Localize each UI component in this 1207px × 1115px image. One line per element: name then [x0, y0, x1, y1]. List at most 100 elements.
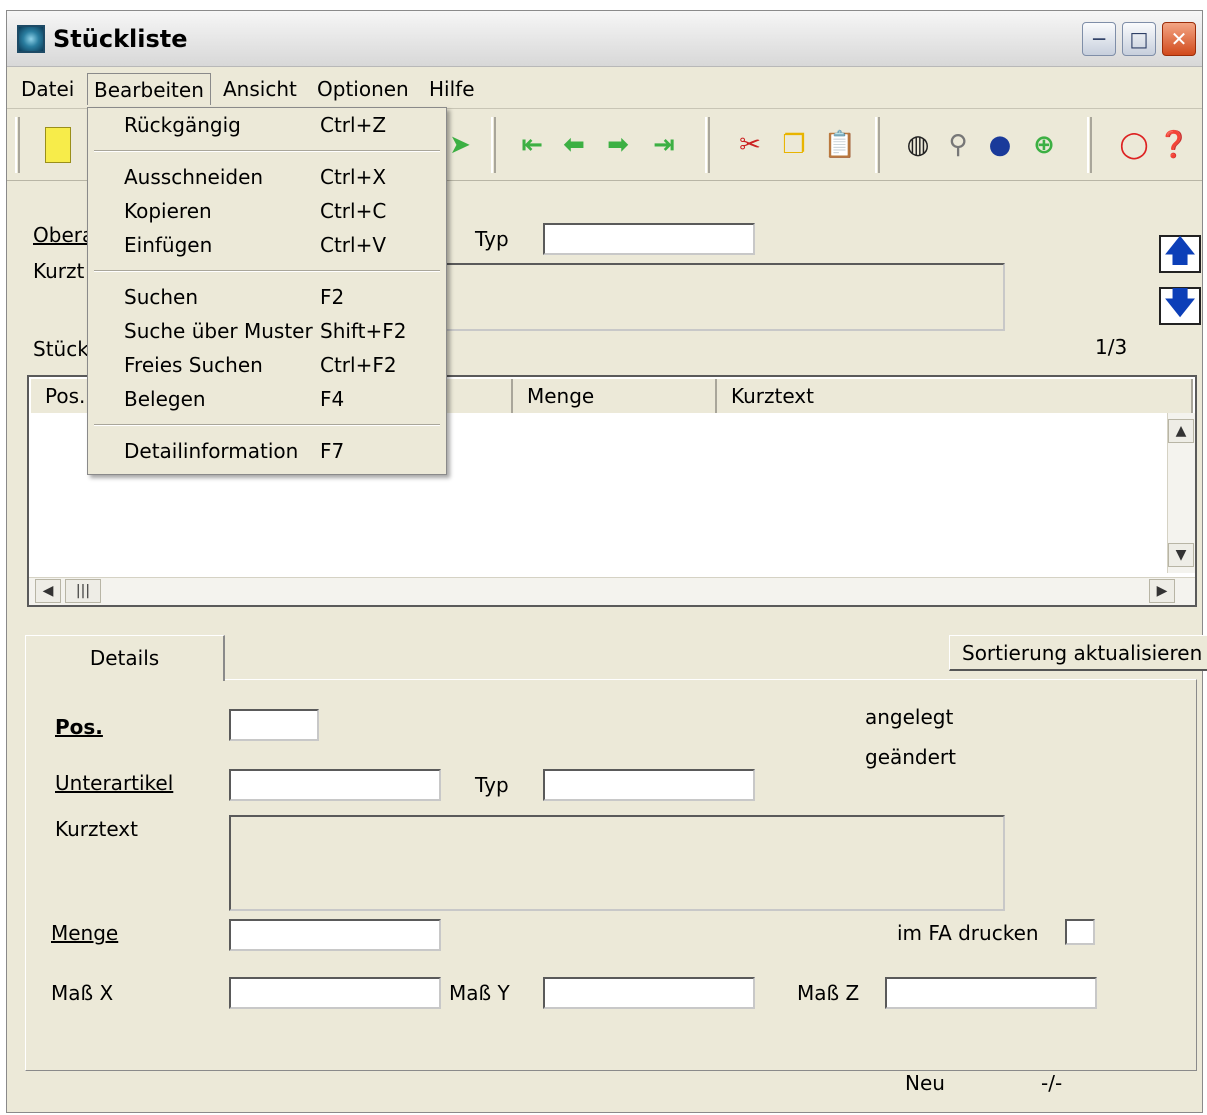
toolbar-separator: [491, 117, 496, 173]
magnifier-icon: ⚲: [948, 130, 968, 160]
mass-z-label: Maß Z: [797, 981, 860, 1005]
scroll-right-icon[interactable]: ▶: [1149, 579, 1175, 603]
menu-bearbeiten[interactable]: Bearbeiten: [87, 73, 211, 105]
mass-y-label: Maß Y: [449, 981, 510, 1005]
unterartikel-input[interactable]: [229, 769, 441, 801]
lifebuoy-icon: ◯: [1119, 130, 1149, 160]
menu-bar: Datei Bearbeiten Ansicht Optionen Hilfe: [7, 69, 1202, 109]
cut-button[interactable]: ✂: [733, 127, 767, 163]
column-header-menge[interactable]: Menge: [513, 379, 717, 413]
sort-refresh-button[interactable]: Sortierung aktualisieren: [949, 635, 1207, 671]
next-record-icon: ➡: [607, 130, 629, 160]
refresh-button[interactable]: ●: [983, 127, 1017, 163]
mass-y-input[interactable]: [543, 977, 755, 1009]
arrow-up-icon: 🡅: [1164, 233, 1196, 269]
app-icon: [17, 25, 45, 53]
mass-x-input[interactable]: [229, 977, 441, 1009]
minimize-icon: ─: [1092, 27, 1106, 51]
stueckliste-label: Stück: [33, 337, 89, 361]
pos-input[interactable]: [229, 709, 319, 741]
typ-detail-label: Typ: [475, 773, 509, 797]
toolbar-separator: [1087, 117, 1092, 173]
minimize-button[interactable]: ─: [1082, 22, 1116, 56]
mass-z-input[interactable]: [885, 977, 1097, 1009]
menu-item-ausschneiden[interactable]: Ausschneiden Ctrl+X: [88, 160, 446, 194]
close-button[interactable]: ✕: [1162, 22, 1196, 56]
maximize-icon: □: [1129, 27, 1149, 51]
typ-header-label: Typ: [475, 227, 509, 251]
menu-item-suche-ueber-muster[interactable]: Suche über Muster Shift+F2: [88, 314, 446, 348]
add-icon: ⊕: [1033, 130, 1055, 160]
record-counter: 1/3: [1095, 335, 1128, 359]
window-title: Stückliste: [53, 25, 188, 53]
new-document-button[interactable]: [41, 127, 75, 163]
tab-details[interactable]: Details: [25, 635, 225, 681]
record-up-button[interactable]: 🡅: [1159, 234, 1201, 273]
column-header-kurztext[interactable]: Kurztext: [717, 379, 1193, 413]
menu-separator: [94, 424, 440, 426]
next-record-button[interactable]: ➡: [601, 127, 635, 163]
vertical-scrollbar[interactable]: ▲ ▼: [1167, 413, 1195, 573]
kurztext-detail-label: Kurztext: [55, 817, 138, 841]
help-icon: ❓: [1157, 130, 1191, 160]
menu-item-rueckgaengig[interactable]: Rückgängig Ctrl+Z: [88, 108, 446, 142]
toolbar-separator: [875, 117, 880, 173]
save-arrow-button[interactable]: ➤: [443, 127, 477, 163]
scissors-icon: ✂: [739, 130, 761, 160]
menu-item-belegen[interactable]: Belegen F4: [88, 382, 446, 416]
help-button[interactable]: ❓: [1157, 127, 1191, 163]
paste-icon: 📋: [823, 130, 857, 160]
search-button[interactable]: ◍: [901, 127, 935, 163]
kurztext-header-input[interactable]: [427, 263, 1005, 331]
horizontal-scrollbar[interactable]: ◀ ||| ▶: [29, 577, 1195, 605]
oberartikel-label: Obera: [33, 223, 95, 247]
menu-separator: [94, 270, 440, 272]
record-down-button[interactable]: 🡇: [1159, 286, 1201, 325]
menu-item-freies-suchen[interactable]: Freies Suchen Ctrl+F2: [88, 348, 446, 382]
menu-item-suchen[interactable]: Suchen F2: [88, 280, 446, 314]
paste-button[interactable]: 📋: [823, 127, 857, 163]
lifebuoy-button[interactable]: ◯: [1117, 127, 1151, 163]
unterartikel-label: Unterartikel: [55, 771, 174, 795]
im-fa-drucken-label: im FA drucken: [897, 921, 1039, 945]
menu-item-einfuegen[interactable]: Einfügen Ctrl+V: [88, 228, 446, 262]
last-record-button[interactable]: ⇥: [647, 127, 681, 163]
first-record-button[interactable]: ⇤: [515, 127, 549, 163]
pos-label: Pos.: [55, 715, 103, 739]
bearbeiten-dropdown-menu: Rückgängig Ctrl+Z Ausschneiden Ctrl+X Ko…: [87, 107, 447, 475]
geaendert-label: geändert: [865, 745, 956, 769]
previous-record-button[interactable]: ⬅: [557, 127, 591, 163]
status-mode: Neu: [905, 1071, 945, 1095]
mass-x-label: Maß X: [51, 981, 114, 1005]
scroll-thumb[interactable]: |||: [65, 579, 101, 603]
typ-header-input[interactable]: [543, 223, 755, 255]
add-button[interactable]: ⊕: [1027, 127, 1061, 163]
menu-optionen[interactable]: Optionen: [311, 73, 415, 105]
scroll-down-icon[interactable]: ▼: [1168, 543, 1194, 567]
menu-item-detailinformation[interactable]: Detailinformation F7: [88, 434, 446, 468]
scroll-up-icon[interactable]: ▲: [1168, 419, 1194, 443]
scroll-left-icon[interactable]: ◀: [35, 579, 61, 603]
typ-detail-input[interactable]: [543, 769, 755, 801]
first-record-icon: ⇤: [521, 130, 543, 160]
menu-ansicht[interactable]: Ansicht: [217, 73, 303, 105]
menu-hilfe[interactable]: Hilfe: [423, 73, 481, 105]
globe-icon: ●: [988, 130, 1012, 160]
im-fa-drucken-checkbox[interactable]: [1065, 919, 1095, 945]
title-bar[interactable]: Stückliste ─ □ ✕: [7, 11, 1202, 67]
menu-item-kopieren[interactable]: Kopieren Ctrl+C: [88, 194, 446, 228]
binoculars-icon: ◍: [906, 130, 930, 160]
zoom-button[interactable]: ⚲: [941, 127, 975, 163]
toolbar-separator: [15, 117, 20, 173]
menu-separator: [94, 150, 440, 152]
copy-button[interactable]: ❐: [777, 127, 811, 163]
maximize-button[interactable]: □: [1122, 22, 1156, 56]
last-record-icon: ⇥: [653, 130, 675, 160]
previous-record-icon: ⬅: [563, 130, 585, 160]
menu-datei[interactable]: Datei: [15, 73, 80, 105]
kurztext-header-label: Kurzt: [33, 259, 85, 283]
kurztext-detail-input[interactable]: [229, 815, 1005, 911]
toolbar-separator: [705, 117, 710, 173]
close-icon: ✕: [1170, 27, 1188, 51]
menge-input[interactable]: [229, 919, 441, 951]
